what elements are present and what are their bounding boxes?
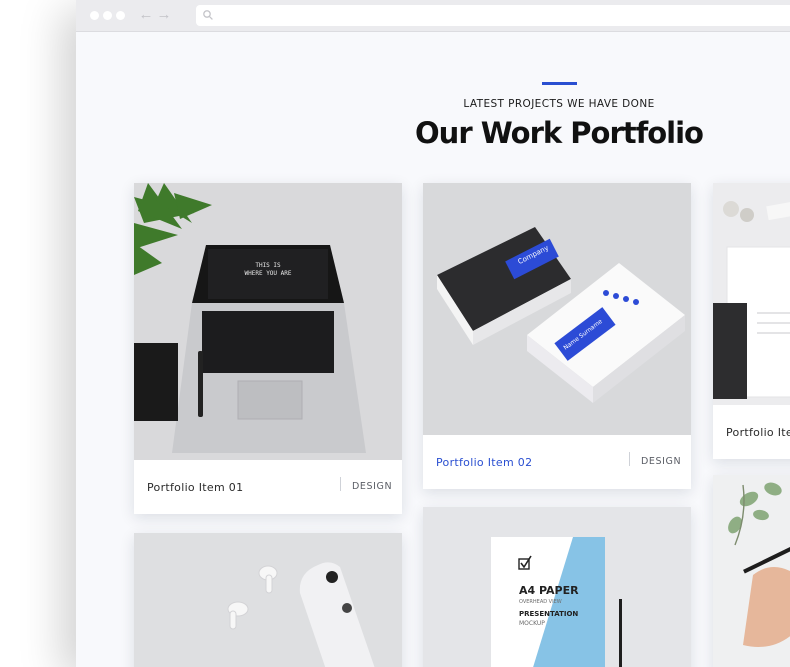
paper-pres-text: PRESENTATION	[519, 610, 578, 618]
laptop-screen-text-2: WHERE YOU ARE	[245, 270, 292, 277]
portfolio-meta-3: Portfolio Ite	[713, 405, 790, 459]
search-icon	[203, 10, 213, 20]
portfolio-card-2[interactable]: Company Name Surname Portfolio Item 02 D…	[423, 183, 691, 489]
portfolio-card-1[interactable]: THIS IS WHERE YOU ARE Portfolio Item 01 …	[134, 183, 402, 514]
portfolio-card-5[interactable]: A4 PAPER OVERHEAD VIEW PRESENTATION MOCK…	[423, 507, 691, 667]
window-minimize-dot[interactable]	[103, 11, 112, 20]
back-arrow-icon[interactable]: ←	[138, 6, 154, 24]
portfolio-image-hand-drawing	[713, 475, 790, 667]
portfolio-image-a4-paper: A4 PAPER OVERHEAD VIEW PRESENTATION MOCK…	[423, 507, 691, 667]
forward-arrow-icon[interactable]: →	[156, 6, 172, 24]
portfolio-item-name[interactable]: Portfolio Item 02	[436, 456, 532, 469]
portfolio-card-4[interactable]	[134, 533, 402, 667]
browser-toolbar: ← →	[76, 0, 790, 32]
window-close-dot[interactable]	[90, 11, 99, 20]
portfolio-item-name[interactable]: Portfolio Item 01	[147, 481, 243, 494]
portfolio-item-name[interactable]: Portfolio Ite	[726, 426, 790, 439]
portfolio-image-phone-earbuds	[134, 533, 402, 667]
section-title: Our Work Portfolio	[415, 116, 704, 150]
paper-sub-text: OVERHEAD VIEW	[519, 599, 562, 605]
address-bar[interactable]	[196, 5, 790, 26]
laptop-screen-text-1: THIS IS	[255, 262, 281, 269]
browser-window: ← → LATEST PROJECTS WE HAVE DONE Our Wor…	[76, 0, 790, 667]
portfolio-card-6[interactable]	[713, 475, 790, 667]
meta-divider	[340, 477, 341, 491]
portfolio-image-business-cards: Company Name Surname	[423, 183, 691, 436]
portfolio-item-category[interactable]: DESIGN	[352, 481, 392, 492]
portfolio-meta-2: Portfolio Item 02 DESIGN	[423, 435, 691, 489]
stage: ← → LATEST PROJECTS WE HAVE DONE Our Wor…	[0, 0, 790, 667]
paper-mock-text: MOCKUP	[519, 620, 545, 627]
portfolio-image-laptop: THIS IS WHERE YOU ARE	[134, 183, 402, 461]
portfolio-image-stationery	[713, 183, 790, 406]
portfolio-card-3[interactable]: Portfolio Ite	[713, 183, 790, 459]
meta-divider	[629, 452, 630, 466]
portfolio-item-category[interactable]: DESIGN	[641, 456, 681, 467]
paper-title-text: A4 PAPER	[519, 584, 579, 597]
section-kicker: LATEST PROJECTS WE HAVE DONE	[463, 98, 655, 110]
window-maximize-dot[interactable]	[116, 11, 125, 20]
section-accent-bar	[542, 82, 577, 85]
portfolio-meta-1: Portfolio Item 01 DESIGN	[134, 460, 402, 514]
